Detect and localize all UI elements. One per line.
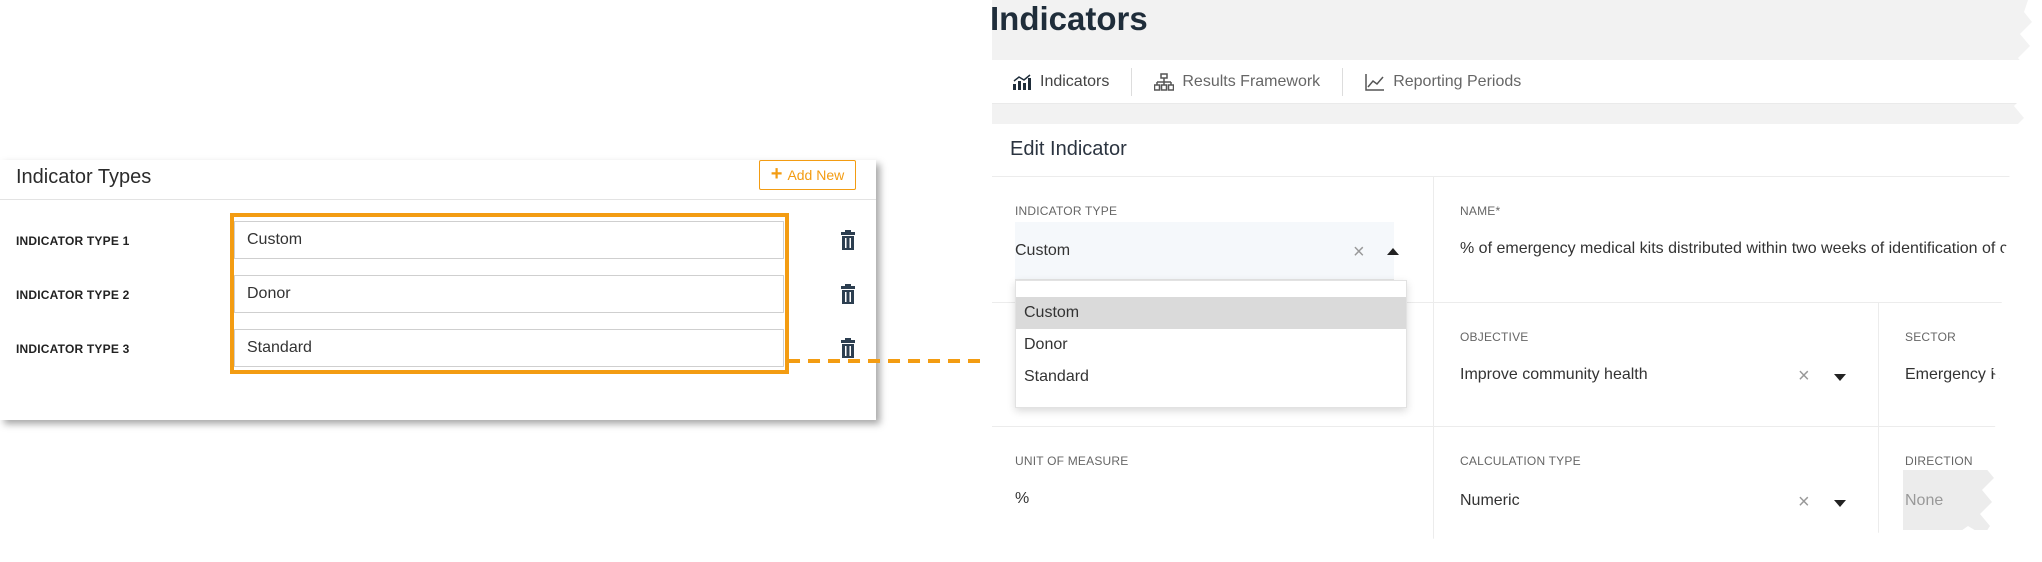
indicator-type-input-1[interactable]: Custom [234,221,784,259]
tab-bar: Indicators Results Framework Reporting P… [988,60,2042,104]
indicator-type-input-2[interactable]: Donor [234,275,784,313]
edit-indicator-title: Edit Indicator [1010,138,1127,160]
indicator-type-value: Custom [1015,242,1071,259]
divider [1878,302,1879,562]
edit-indicator-card: Edit Indicator INDICATOR TYPE Custom × N… [988,124,2042,562]
name-label: NAME* [1460,204,1501,218]
dropdown-option-custom[interactable]: Custom [1016,297,1406,329]
tab-label: Results Framework [1182,72,1321,90]
indicator-type-label: INDICATOR TYPE 2 [16,288,130,302]
indicator-type-label: INDICATOR TYPE [1015,204,1118,218]
indicators-chart-icon [1013,73,1031,90]
plus-icon: + [770,163,783,185]
tab-results-framework[interactable]: Results Framework [1131,67,1342,96]
indicator-type-label: INDICATOR TYPE 3 [16,342,130,356]
clear-icon[interactable]: × [1798,366,1810,386]
add-new-label: Add New [787,167,845,183]
chevron-up-icon[interactable] [1387,248,1399,255]
indicator-type-input-3[interactable]: Standard [234,329,784,367]
panel-title: Indicator Types [16,166,152,188]
trash-icon[interactable] [840,284,856,304]
clear-icon[interactable]: × [1798,492,1810,512]
add-new-button[interactable]: + Add New [759,160,856,190]
divider [988,176,2042,177]
tab-reporting-periods[interactable]: Reporting Periods [1342,67,1543,96]
unit-of-measure-value[interactable]: % [1015,490,1029,508]
tab-label: Indicators [1040,72,1110,90]
sector-label: SECTOR [1905,330,1956,344]
clear-icon[interactable]: × [1353,242,1365,262]
calculation-type-value[interactable]: Numeric [1460,492,1520,510]
objective-value[interactable]: Improve community health [1460,366,1648,384]
indicator-type-row-2: INDICATOR TYPE 2 Donor [0,268,876,322]
direction-value: None [1905,492,1944,509]
dropdown-option-standard[interactable]: Standard [1016,361,1406,393]
indicator-type-row-3: INDICATOR TYPE 3 Standard [0,322,876,376]
connector-arrow [788,352,1014,370]
tab-label: Reporting Periods [1393,72,1522,90]
objective-label: OBJECTIVE [1460,330,1529,344]
unit-of-measure-label: UNIT OF MEASURE [1015,454,1129,468]
dropdown-option-donor[interactable]: Donor [1016,329,1406,361]
sector-value[interactable]: Emergency Respo [1905,366,2037,384]
indicator-type-dropdown: Custom Donor Standard [1015,280,1407,408]
divider [1433,177,1434,562]
chevron-down-icon[interactable] [1834,374,1846,381]
indicator-types-panel: Indicator Types INDICATOR TYPE 1 Custom … [0,160,876,420]
name-value[interactable]: % of emergency medical kits distributed … [1460,240,2042,258]
direction-field[interactable]: None [1903,470,2042,530]
tab-indicators[interactable]: Indicators [988,68,1131,96]
trash-icon[interactable] [840,230,856,250]
calculation-type-label: CALCULATION TYPE [1460,454,1581,468]
indicator-type-label: INDICATOR TYPE 1 [16,234,130,248]
panel-header: Indicator Types [0,160,876,200]
indicator-type-select[interactable]: Custom × [1015,222,1399,280]
chevron-down-icon[interactable] [1834,500,1846,507]
line-chart-icon [1365,73,1385,91]
page-title: Indicators [990,0,1148,37]
hierarchy-icon [1154,72,1175,91]
indicators-page: Indicators Indicators Results Framework … [988,0,2042,562]
indicator-type-row-1: INDICATOR TYPE 1 Custom [0,214,876,268]
direction-label: DIRECTION [1905,454,1973,468]
divider [988,426,2042,427]
